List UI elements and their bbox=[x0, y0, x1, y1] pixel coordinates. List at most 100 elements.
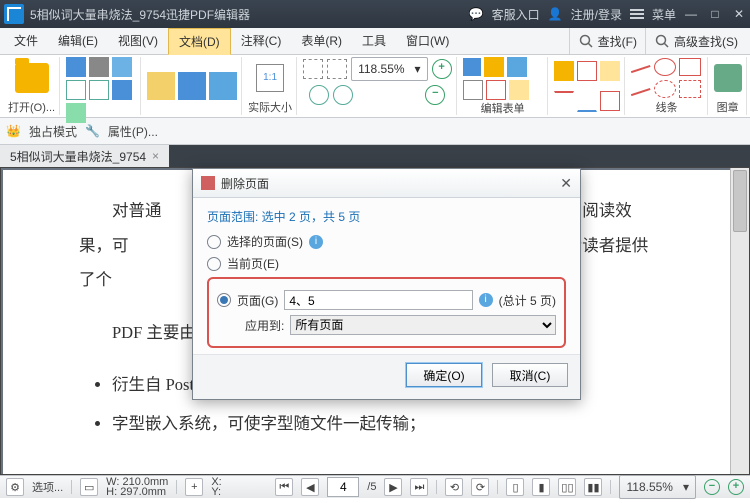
snapshot-icon[interactable] bbox=[209, 72, 237, 100]
maximize-button[interactable]: □ bbox=[708, 7, 722, 21]
edit-object-icon[interactable] bbox=[484, 57, 504, 77]
link-icon[interactable] bbox=[507, 57, 527, 77]
status-zoom-combobox[interactable]: 118.55% ▾ bbox=[619, 475, 696, 499]
menu-tools[interactable]: 工具 bbox=[352, 28, 396, 54]
save-icon[interactable] bbox=[66, 57, 86, 77]
fit-width-icon[interactable] bbox=[327, 59, 347, 79]
group-open: 打开(O)... bbox=[4, 57, 60, 115]
exclusive-mode-button[interactable]: 独占模式 bbox=[29, 123, 77, 140]
hand-tool-icon[interactable] bbox=[147, 72, 175, 100]
prev-page-button[interactable]: ◀ bbox=[301, 478, 319, 496]
document-tab[interactable]: 5相似词大量串烧法_9754 × bbox=[0, 145, 169, 167]
underline-icon[interactable] bbox=[577, 91, 597, 112]
text-box-icon[interactable] bbox=[577, 61, 597, 81]
advanced-find-button[interactable]: 高级查找(S) bbox=[645, 28, 746, 54]
option-pages[interactable]: 页面(G) i (总计 5 页) bbox=[217, 290, 556, 310]
strikeout-icon[interactable] bbox=[554, 91, 574, 112]
ok-button[interactable]: 确定(O) bbox=[406, 363, 482, 387]
redo-icon[interactable] bbox=[89, 80, 109, 100]
tab-close-button[interactable]: × bbox=[152, 149, 159, 163]
properties-icon: 🔧 bbox=[85, 124, 100, 138]
scrollbar-thumb[interactable] bbox=[733, 170, 747, 232]
radio-icon[interactable] bbox=[207, 257, 221, 271]
status-zoom-out-button[interactable]: − bbox=[704, 479, 720, 495]
options-gear-icon[interactable]: ⚙ bbox=[6, 478, 24, 496]
stamp-icon[interactable] bbox=[714, 64, 742, 92]
layout-single-icon[interactable]: ▯ bbox=[506, 478, 524, 496]
note-icon[interactable] bbox=[554, 61, 574, 81]
apply-to-select[interactable]: 所有页面 bbox=[290, 315, 556, 335]
layout-facing-icon[interactable]: ▯▯ bbox=[558, 478, 576, 496]
arrow-shape-icon[interactable] bbox=[630, 88, 650, 98]
layout-continuous-facing-icon[interactable]: ▮▮ bbox=[584, 478, 602, 496]
vertical-scrollbar[interactable] bbox=[730, 168, 749, 474]
select-tool-icon[interactable] bbox=[178, 72, 206, 100]
open-label[interactable]: 打开(O)... bbox=[8, 99, 55, 115]
info-icon[interactable]: i bbox=[479, 293, 493, 307]
menu-edit[interactable]: 编辑(E) bbox=[48, 28, 108, 54]
line-shape-icon[interactable] bbox=[630, 65, 650, 75]
menu-forms[interactable]: 表单(R) bbox=[291, 28, 352, 54]
lines-label[interactable]: 线条 bbox=[656, 99, 678, 115]
scan-icon[interactable] bbox=[112, 80, 132, 100]
rotate-left-icon[interactable] bbox=[309, 85, 329, 105]
chat-icon[interactable]: 💬 bbox=[469, 7, 484, 21]
polygon-shape-icon[interactable] bbox=[679, 80, 701, 98]
fit-page-icon[interactable] bbox=[303, 59, 323, 79]
nav-back-button[interactable]: ⟲ bbox=[445, 478, 463, 496]
find-button[interactable]: 查找(F) bbox=[569, 28, 645, 54]
nav-forward-button[interactable]: ⟳ bbox=[471, 478, 489, 496]
user-icon[interactable]: 👤 bbox=[548, 7, 563, 21]
hamburger-icon[interactable] bbox=[630, 13, 644, 15]
info-icon[interactable]: i bbox=[309, 235, 323, 249]
menu-annotate[interactable]: 注释(C) bbox=[231, 28, 292, 54]
first-page-button[interactable]: ⏮ bbox=[275, 478, 293, 496]
minimize-button[interactable]: — bbox=[684, 7, 698, 21]
highlight-icon[interactable] bbox=[509, 80, 529, 100]
undo-icon[interactable] bbox=[66, 80, 86, 100]
crosshair-icon[interactable]: + bbox=[185, 478, 203, 496]
layout-continuous-icon[interactable]: ▮ bbox=[532, 478, 550, 496]
ellipse-shape-icon[interactable] bbox=[654, 58, 676, 76]
menu-view[interactable]: 视图(V) bbox=[108, 28, 168, 54]
menu-document[interactable]: 文档(D) bbox=[168, 28, 231, 55]
text-field-icon[interactable] bbox=[486, 80, 506, 100]
cloud-icon[interactable] bbox=[112, 57, 132, 77]
open-folder-icon[interactable] bbox=[15, 63, 49, 93]
option-current-page[interactable]: 当前页(E) bbox=[207, 255, 566, 272]
main-menu-link[interactable]: 菜单 bbox=[652, 6, 676, 23]
zoom-out-button[interactable]: − bbox=[425, 85, 445, 105]
rotate-right-icon[interactable] bbox=[333, 85, 353, 105]
radio-icon[interactable] bbox=[217, 293, 231, 307]
status-zoom-in-button[interactable]: + bbox=[728, 479, 744, 495]
option-selected-pages[interactable]: 选择的页面(S) i bbox=[207, 233, 566, 250]
highlight-text-icon[interactable] bbox=[600, 61, 620, 81]
image-icon[interactable] bbox=[66, 103, 86, 123]
actual-size-icon[interactable]: 1:1 bbox=[256, 64, 284, 92]
stamp-label[interactable]: 图章 bbox=[717, 99, 739, 115]
options-button[interactable]: 选项... bbox=[32, 479, 63, 495]
zoom-combobox[interactable]: 118.55%▾ bbox=[351, 57, 428, 81]
cloud-shape-icon[interactable] bbox=[654, 80, 676, 98]
last-page-button[interactable]: ⏭ bbox=[410, 478, 428, 496]
radio-icon[interactable] bbox=[207, 235, 221, 249]
callout-icon[interactable] bbox=[600, 91, 620, 111]
cancel-button[interactable]: 取消(C) bbox=[492, 363, 568, 387]
pages-input[interactable] bbox=[284, 290, 472, 310]
edit-text-icon[interactable] bbox=[463, 58, 481, 76]
next-page-button[interactable]: ▶ bbox=[384, 478, 402, 496]
zoom-in-button[interactable]: + bbox=[432, 59, 452, 79]
customer-service-link[interactable]: 客服入口 bbox=[492, 6, 540, 23]
close-button[interactable]: ✕ bbox=[732, 7, 746, 21]
form-field-icon[interactable] bbox=[463, 80, 483, 100]
current-page-input[interactable] bbox=[327, 477, 359, 497]
crop-icon[interactable]: ▭ bbox=[80, 478, 98, 496]
properties-button[interactable]: 属性(P)... bbox=[108, 123, 158, 140]
rect-shape-icon[interactable] bbox=[679, 58, 701, 76]
menu-window[interactable]: 窗口(W) bbox=[396, 28, 459, 54]
register-login-link[interactable]: 注册/登录 bbox=[571, 6, 622, 23]
menu-file[interactable]: 文件 bbox=[4, 28, 48, 54]
print-icon[interactable] bbox=[89, 57, 109, 77]
dialog-close-button[interactable]: ✕ bbox=[560, 175, 572, 192]
dialog-header[interactable]: 删除页面 ✕ bbox=[193, 169, 580, 198]
